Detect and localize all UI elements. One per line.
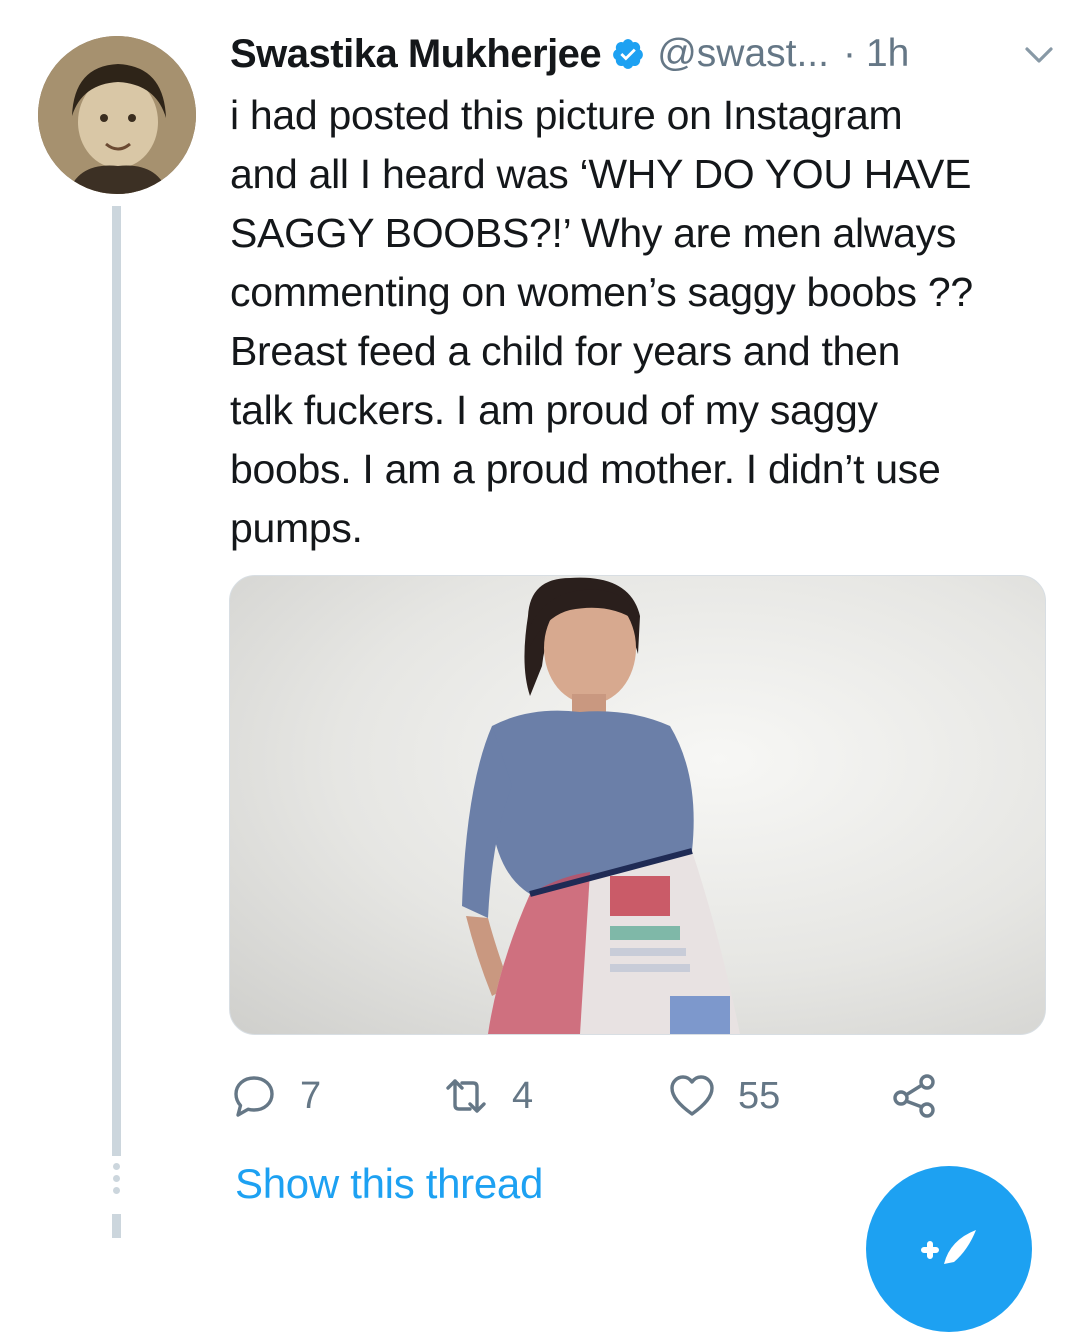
heart-icon [670,1075,714,1116]
reply-icon [234,1076,274,1117]
compose-tweet-icon [921,1230,976,1264]
thread-connector-line [112,206,121,1156]
author-handle[interactable]: @swast... [657,32,829,76]
tweet-media-image[interactable] [229,575,1046,1035]
tweet-action-bar: 7 4 55 [230,1066,950,1126]
like-button[interactable]: 55 [668,1066,780,1126]
retweet-count: 4 [512,1074,534,1117]
share-icon [893,1074,935,1118]
reply-count: 7 [300,1074,322,1117]
thread-ellipsis-dots [111,1163,122,1213]
thread-connector-tail [112,1214,121,1238]
avatar-photo [38,36,196,194]
author-name[interactable]: Swastika Mukherjee [230,32,602,77]
verified-badge-icon [613,39,644,69]
like-count: 55 [738,1074,781,1117]
tweet-text: i had posted this picture on Instagram a… [230,92,973,551]
tweet-header: Swastika Mukherjee @swast... · 1h [230,26,1060,82]
header-separator: · [842,32,856,75]
show-thread-link[interactable]: Show this thread [235,1160,543,1208]
retweet-icon [446,1079,486,1113]
tweet-timestamp[interactable]: 1h [866,32,909,76]
retweet-button[interactable]: 4 [442,1066,533,1126]
chevron-down-icon[interactable] [1022,40,1056,70]
tweet-photo [462,577,740,1034]
reply-button[interactable]: 7 [230,1066,321,1126]
share-button[interactable] [890,1066,938,1126]
compose-tweet-button[interactable] [866,1166,1032,1332]
author-avatar[interactable] [38,36,196,194]
